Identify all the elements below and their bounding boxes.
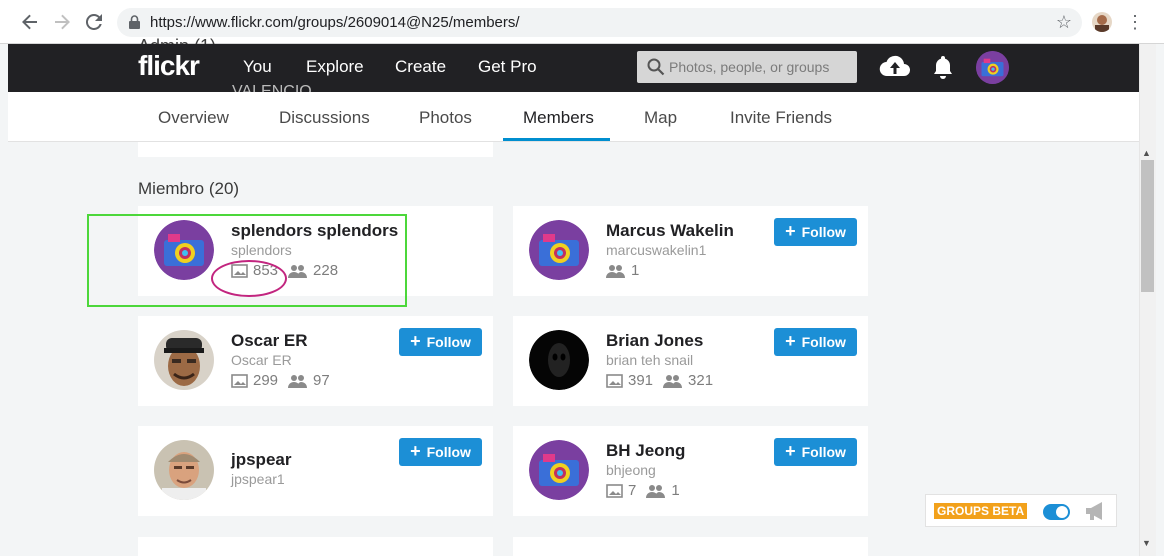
- search-input[interactable]: [669, 51, 855, 83]
- photo-count: 391: [628, 372, 654, 389]
- member-avatar[interactable]: [529, 220, 589, 280]
- plus-icon: +: [785, 330, 796, 351]
- groups-beta-toggle[interactable]: [1043, 504, 1070, 520]
- contacts-icon: [288, 374, 308, 388]
- flickr-logo[interactable]: flickr: [138, 50, 200, 82]
- scroll-down-arrow-icon[interactable]: ▼: [1142, 538, 1151, 548]
- member-stats: 1: [606, 262, 649, 279]
- member-name[interactable]: Brian Jones: [606, 331, 703, 351]
- scroll-up-arrow-icon[interactable]: ▲: [1142, 148, 1151, 158]
- contacts-icon: [606, 264, 626, 278]
- contact-count: 97: [313, 372, 330, 389]
- photo-count: 7: [628, 482, 637, 499]
- photos-icon: [606, 373, 623, 388]
- follow-button[interactable]: + Follow: [774, 328, 857, 356]
- member-name[interactable]: jpspear: [231, 450, 291, 470]
- plus-icon: +: [410, 330, 421, 351]
- member-avatar[interactable]: [154, 440, 214, 500]
- tab-members[interactable]: Members: [523, 108, 594, 128]
- reload-icon[interactable]: [82, 10, 106, 34]
- upload-cloud-icon[interactable]: [879, 54, 911, 85]
- forward-arrow-icon[interactable]: [50, 10, 74, 34]
- member-username: jpspear1: [231, 471, 285, 487]
- tab-overview[interactable]: Overview: [158, 108, 229, 128]
- address-bar[interactable]: https://www.flickr.com/groups/2609014@N2…: [117, 8, 1082, 37]
- megaphone-icon[interactable]: [1084, 500, 1108, 527]
- plus-icon: +: [785, 220, 796, 241]
- browser-menu-icon[interactable]: ⋮: [1126, 10, 1144, 34]
- member-username: brian teh snail: [606, 352, 694, 368]
- member-card-partial: [513, 537, 868, 556]
- member-card: jpspear jpspear1 + Follow: [138, 426, 493, 516]
- member-stats: 7 1: [606, 482, 690, 499]
- follow-button[interactable]: + Follow: [399, 328, 482, 356]
- follow-label: Follow: [426, 334, 471, 350]
- contact-count: 1: [671, 482, 680, 499]
- member-name[interactable]: BH Jeong: [606, 441, 685, 461]
- page-scrollbar[interactable]: [1139, 44, 1156, 556]
- contact-count: 321: [688, 372, 714, 389]
- member-card: BH Jeong bhjeong 7 1 + Follow: [513, 426, 868, 516]
- groups-beta-badge: GROUPS BETA: [934, 503, 1028, 519]
- follow-button[interactable]: + Follow: [774, 218, 857, 246]
- tab-photos[interactable]: Photos: [419, 108, 472, 128]
- member-card: Marcus Wakelin marcuswakelin1 1 + Follow: [513, 206, 868, 296]
- flickr-header: flickr You Explore Create Get Pro: [8, 44, 1139, 92]
- contact-count: 1: [631, 262, 640, 279]
- tab-map[interactable]: Map: [644, 108, 677, 128]
- lock-icon: [129, 15, 140, 34]
- members-section-title: Miembro (20): [138, 179, 240, 198]
- member-name[interactable]: Marcus Wakelin: [606, 221, 734, 241]
- admin-card-bottom: [138, 142, 493, 157]
- member-card: Oscar ER Oscar ER 299 97 + Follow: [138, 316, 493, 406]
- plus-icon: +: [785, 440, 796, 461]
- search-icon: [647, 58, 665, 81]
- group-subnav: Overview Discussions Photos Members Map …: [8, 92, 1139, 142]
- active-tab-indicator: [503, 138, 610, 141]
- contacts-icon: [663, 374, 683, 388]
- nav-explore[interactable]: Explore: [306, 57, 364, 77]
- url-text[interactable]: https://www.flickr.com/groups/2609014@N2…: [150, 14, 520, 31]
- follow-button[interactable]: + Follow: [399, 438, 482, 466]
- contacts-icon: [646, 484, 666, 498]
- tab-discussions[interactable]: Discussions: [279, 108, 370, 128]
- photo-count: 299: [253, 372, 279, 389]
- follow-label: Follow: [801, 224, 846, 240]
- search-box: [637, 51, 857, 83]
- member-avatar[interactable]: [529, 330, 589, 390]
- member-name[interactable]: Oscar ER: [231, 331, 308, 351]
- follow-label: Follow: [426, 444, 471, 460]
- follow-label: Follow: [801, 334, 846, 350]
- browser-profile-avatar[interactable]: [1092, 12, 1112, 32]
- follow-label: Follow: [801, 444, 846, 460]
- groups-beta-widget: GROUPS BETA: [925, 494, 1117, 527]
- follow-button[interactable]: + Follow: [774, 438, 857, 466]
- photos-icon: [606, 483, 623, 498]
- member-stats: 391 321: [606, 372, 723, 389]
- nav-you[interactable]: You: [243, 57, 272, 77]
- member-avatar[interactable]: [154, 330, 214, 390]
- member-avatar[interactable]: [529, 440, 589, 500]
- scrollbar-thumb[interactable]: [1141, 160, 1154, 292]
- nav-get-pro[interactable]: Get Pro: [478, 57, 537, 77]
- notifications-bell-icon[interactable]: [933, 55, 953, 84]
- member-card: Brian Jones brian teh snail 391 321 + Fol…: [513, 316, 868, 406]
- member-card-partial: [138, 537, 493, 556]
- member-username: bhjeong: [606, 462, 656, 478]
- back-arrow-icon[interactable]: [18, 10, 42, 34]
- photos-icon: [231, 373, 248, 388]
- plus-icon: +: [410, 440, 421, 461]
- user-avatar[interactable]: [976, 51, 1009, 84]
- member-username: Oscar ER: [231, 352, 292, 368]
- tab-invite-friends[interactable]: Invite Friends: [730, 108, 832, 128]
- bookmark-star-icon[interactable]: ☆: [1056, 12, 1072, 33]
- nav-create[interactable]: Create: [395, 57, 446, 77]
- member-username: marcuswakelin1: [606, 242, 707, 258]
- highlight-ellipse: [211, 260, 287, 297]
- member-stats: 299 97: [231, 372, 340, 389]
